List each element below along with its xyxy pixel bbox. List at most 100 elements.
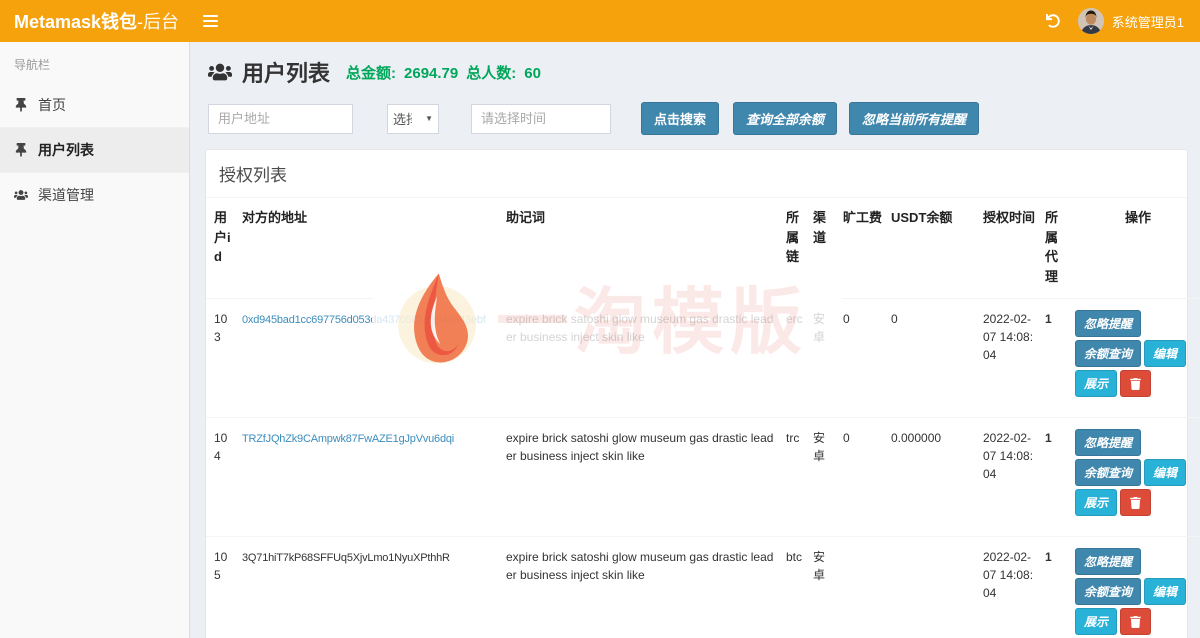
balance-query-button[interactable]: 余额查询 — [1075, 459, 1141, 486]
admin-menu[interactable]: 系统管理员1 — [1078, 8, 1184, 34]
auth-list-card: 授权列表 用户id 对方的地址 助记词 所属链 渠道 旷工费 USDT余额 — [205, 149, 1188, 638]
sidebar: 导航栏 首页 用户列表 渠道管理 — [0, 42, 190, 638]
pin-icon — [14, 98, 28, 112]
delete-button[interactable] — [1120, 489, 1151, 516]
cell-auth-time: 2022-02-07 14:08:04 — [979, 537, 1041, 638]
cell-chain: btc — [782, 537, 809, 638]
chain-select-value: 选择 — [393, 109, 412, 128]
topbar: Metamask钱包-后台 系统管理员1 — [0, 0, 1200, 42]
cell-channel: 安卓 — [809, 299, 839, 418]
row-operations: 忽略提醒 余额查询 编辑 展示 — [1075, 310, 1200, 397]
app-frame: Metamask钱包-后台 系统管理员1 导航栏 首页 用户列表 — [0, 0, 1200, 638]
pin-icon — [14, 143, 28, 157]
cell-user-id: 104 — [206, 418, 238, 537]
cell-mnemonic: expire brick satoshi glow museum gas dra… — [502, 418, 782, 537]
topbar-right: 系统管理员1 — [1044, 8, 1200, 34]
col-usdt: USDT余额 — [887, 198, 979, 299]
search-button[interactable]: 点击搜索 — [641, 102, 719, 135]
table-row: 103 0xd945bad1cc697756d053da43705019394e… — [206, 299, 1200, 418]
cell-address: 0xd945bad1cc697756d053da43705019394ea43e… — [242, 314, 486, 326]
app-logo-bold: Metamask钱包 — [14, 12, 137, 32]
cell-address: TRZfJQhZk9CAmpwk87FwAZE1gJpVvu6dqi — [242, 433, 454, 445]
cell-chain: trc — [782, 418, 809, 537]
table-row: 105 3Q71hiT7kP68SFFUq5XjvLmo1NyuXPthhR e… — [206, 537, 1200, 638]
delete-button[interactable] — [1120, 370, 1151, 397]
total-amount-label: 总金额: — [346, 62, 396, 83]
query-all-balance-button[interactable]: 查询全部余额 — [733, 102, 837, 135]
cell-fee: 0 — [839, 299, 887, 418]
col-agent: 所属代理 — [1041, 198, 1071, 299]
edit-button[interactable]: 编辑 — [1144, 459, 1186, 486]
delete-button[interactable] — [1120, 608, 1151, 635]
total-amount-value: 2694.79 — [404, 65, 458, 82]
total-count-label: 总人数: — [466, 62, 516, 83]
auth-list-title: 授权列表 — [206, 150, 1187, 198]
cell-channel: 安卓 — [809, 537, 839, 638]
edit-button[interactable]: 编辑 — [1144, 340, 1186, 367]
show-button[interactable]: 展示 — [1075, 608, 1117, 635]
table-header-row: 用户id 对方的地址 助记词 所属链 渠道 旷工费 USDT余额 授权时间 所属… — [206, 198, 1200, 299]
sidebar-section-label: 导航栏 — [0, 42, 189, 83]
cell-agent: 1 — [1041, 299, 1071, 418]
sidebar-toggle-icon[interactable] — [190, 0, 230, 42]
row-operations: 忽略提醒 余额查询 编辑 展示 — [1075, 548, 1200, 635]
ignore-alert-button[interactable]: 忽略提醒 — [1075, 548, 1141, 575]
auth-table: 用户id 对方的地址 助记词 所属链 渠道 旷工费 USDT余额 授权时间 所属… — [206, 198, 1200, 638]
ignore-alert-button[interactable]: 忽略提醒 — [1075, 429, 1141, 456]
users-icon — [208, 62, 232, 82]
auth-table-body: 103 0xd945bad1cc697756d053da43705019394e… — [206, 299, 1200, 638]
trash-icon — [1130, 497, 1141, 509]
app-logo[interactable]: Metamask钱包-后台 — [0, 8, 190, 34]
table-row: 104 TRZfJQhZk9CAmpwk87FwAZE1gJpVvu6dqi e… — [206, 418, 1200, 537]
sidebar-item-channel[interactable]: 渠道管理 — [0, 172, 189, 217]
cell-address: 3Q71hiT7kP68SFFUq5XjvLmo1NyuXPthhR — [242, 552, 450, 564]
col-channel: 渠道 — [809, 198, 839, 299]
sidebar-item-home[interactable]: 首页 — [0, 83, 189, 127]
total-count-value: 60 — [524, 65, 541, 82]
ignore-alert-button[interactable]: 忽略提醒 — [1075, 310, 1141, 337]
time-picker-input[interactable] — [471, 104, 611, 134]
col-auth-time: 授权时间 — [979, 198, 1041, 299]
cell-agent: 1 — [1041, 418, 1071, 537]
cell-usdt: 0 — [887, 299, 979, 418]
app-logo-suffix: -后台 — [137, 12, 179, 32]
edit-button[interactable]: 编辑 — [1144, 578, 1186, 605]
cell-user-id: 103 — [206, 299, 238, 418]
col-mnemonic: 助记词 — [502, 198, 782, 299]
page-head: 用户列表 总金额: 2694.79 总人数: 60 — [190, 42, 1200, 90]
sidebar-item-user-list[interactable]: 用户列表 — [0, 127, 189, 172]
col-address: 对方的地址 — [238, 198, 502, 299]
refresh-icon[interactable] — [1044, 12, 1062, 30]
col-fee: 旷工费 — [839, 198, 887, 299]
cell-usdt — [887, 537, 979, 638]
show-button[interactable]: 展示 — [1075, 489, 1117, 516]
page-title: 用户列表 — [242, 56, 330, 88]
cell-user-id: 105 — [206, 537, 238, 638]
show-button[interactable]: 展示 — [1075, 370, 1117, 397]
chevron-down-icon: ▼ — [425, 114, 433, 123]
main-content: 用户列表 总金额: 2694.79 总人数: 60 选择 ▼ 点击搜索 查询全部… — [190, 42, 1200, 638]
cell-fee: 0 — [839, 418, 887, 537]
admin-name: 系统管理员1 — [1112, 12, 1184, 31]
chain-select[interactable]: 选择 ▼ — [387, 104, 439, 134]
cell-channel: 安卓 — [809, 418, 839, 537]
cell-chain: erc — [782, 299, 809, 418]
row-operations: 忽略提醒 余额查询 编辑 展示 — [1075, 429, 1200, 516]
cell-usdt: 0.000000 — [887, 418, 979, 537]
sidebar-item-label: 用户列表 — [38, 140, 94, 160]
ignore-all-alerts-button[interactable]: 忽略当前所有提醒 — [849, 102, 979, 135]
cell-fee — [839, 537, 887, 638]
sidebar-item-label: 渠道管理 — [38, 185, 94, 205]
col-user-id: 用户id — [206, 198, 238, 299]
trash-icon — [1130, 616, 1141, 628]
page-stats: 总金额: 2694.79 总人数: 60 — [346, 62, 541, 83]
balance-query-button[interactable]: 余额查询 — [1075, 340, 1141, 367]
filter-row: 选择 ▼ 点击搜索 查询全部余额 忽略当前所有提醒 — [190, 90, 1200, 149]
cell-auth-time: 2022-02-07 14:08:04 — [979, 299, 1041, 418]
cell-agent: 1 — [1041, 537, 1071, 638]
trash-icon — [1130, 378, 1141, 390]
cell-mnemonic: expire brick satoshi glow museum gas dra… — [502, 537, 782, 638]
users-icon — [14, 188, 28, 202]
user-address-input[interactable] — [208, 104, 353, 134]
balance-query-button[interactable]: 余额查询 — [1075, 578, 1141, 605]
